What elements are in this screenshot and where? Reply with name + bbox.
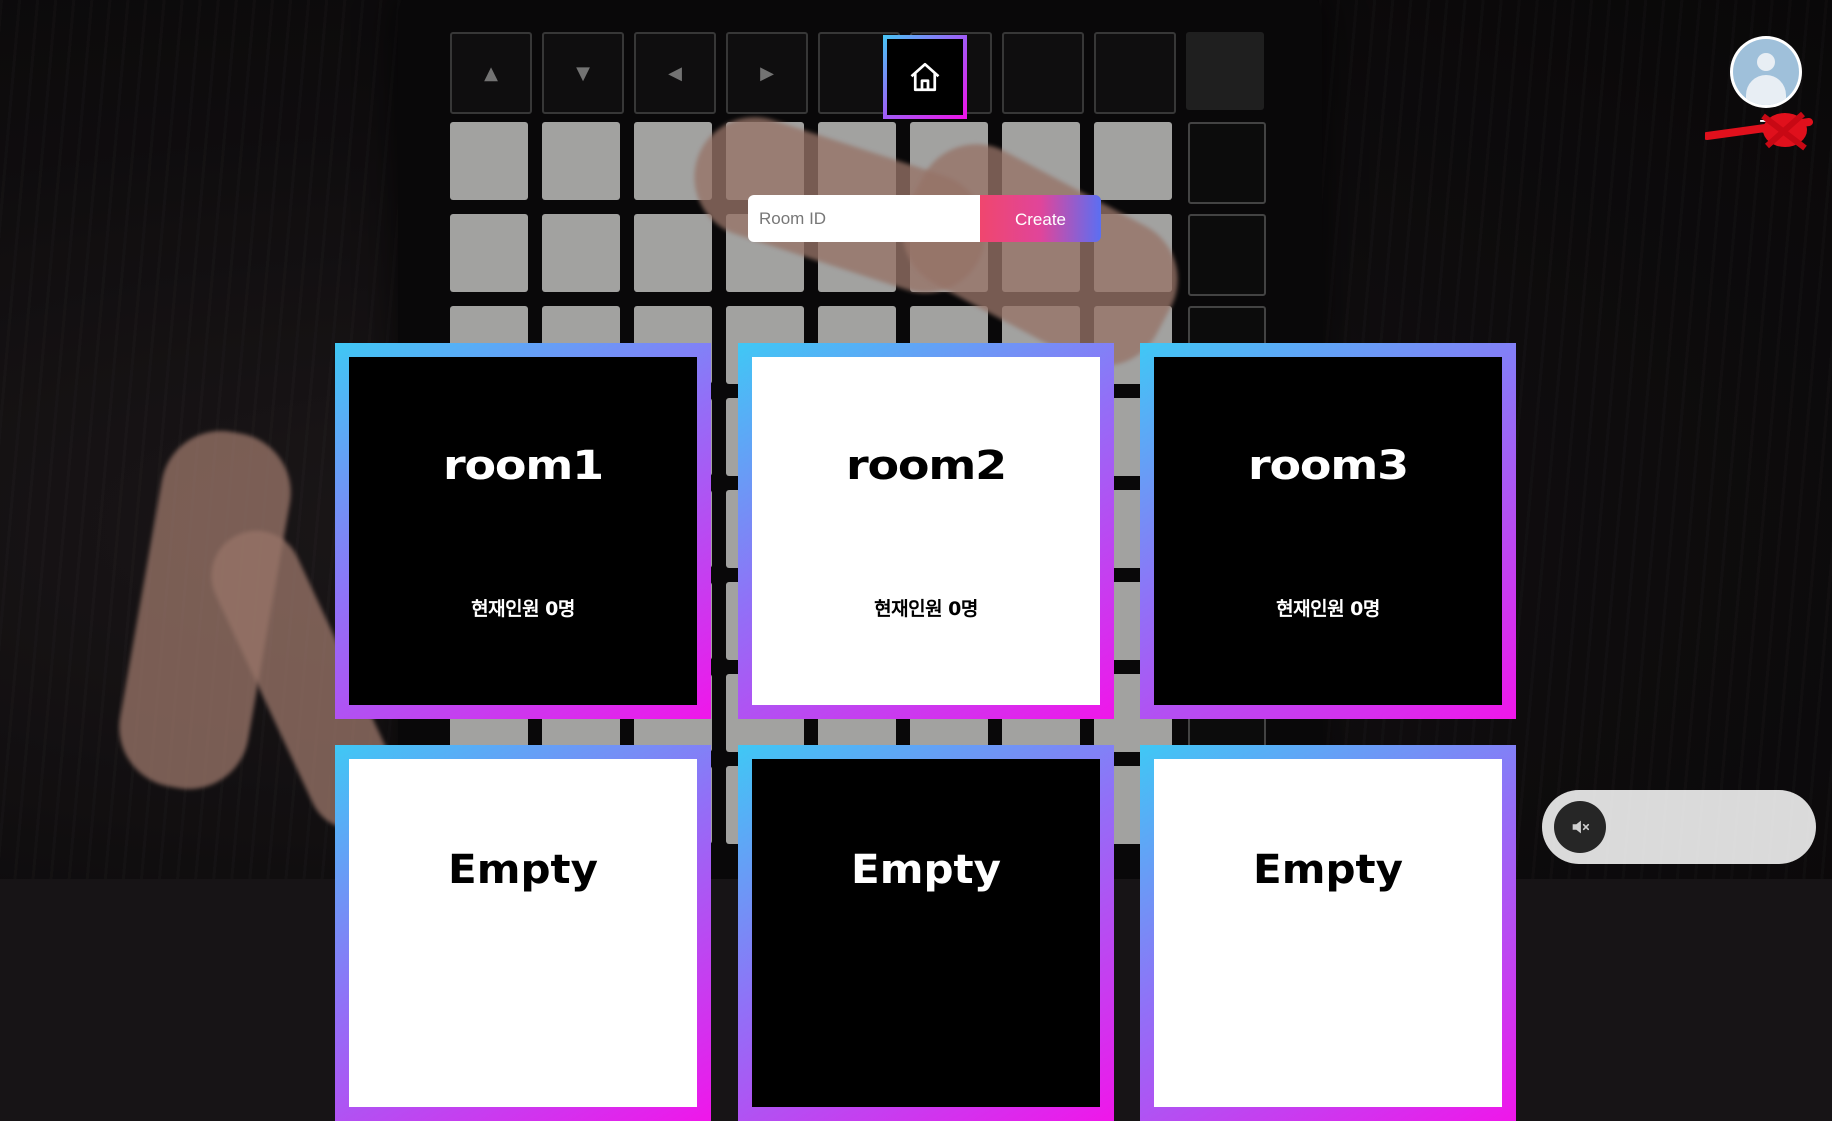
room-card-empty-1[interactable]: Empty	[335, 745, 711, 1121]
room-id-input[interactable]	[748, 195, 980, 242]
room-card-3[interactable]: room3 현재인원 0명	[1140, 343, 1516, 719]
room-occupancy: 현재인원 0명	[1276, 598, 1380, 620]
room-name: Empty	[1253, 847, 1403, 893]
room-name: Empty	[448, 847, 598, 893]
profile-avatar[interactable]	[1730, 36, 1802, 108]
room-card-empty-2[interactable]: Empty	[738, 745, 1114, 1121]
room-occupancy: 현재인원 0명	[471, 598, 575, 620]
mute-button[interactable]	[1554, 801, 1606, 853]
create-button[interactable]: Create	[980, 195, 1101, 242]
room-name: room2	[845, 443, 1007, 489]
room-name: Empty	[851, 847, 1001, 893]
room-occupancy: 현재인원 0명	[874, 598, 978, 620]
home-icon	[910, 62, 940, 92]
user-avatar-icon	[1733, 39, 1799, 105]
speaker-muted-icon	[1572, 820, 1590, 834]
room-name: room1	[442, 443, 604, 489]
username-label: 그	[1758, 118, 1774, 138]
home-button[interactable]	[883, 35, 967, 119]
room-name: room3	[1247, 443, 1409, 489]
room-card-empty-3[interactable]: Empty	[1140, 745, 1516, 1121]
room-search-bar: Create	[748, 195, 1101, 242]
room-card-2[interactable]: room2 현재인원 0명	[738, 343, 1114, 719]
room-card-1[interactable]: room1 현재인원 0명	[335, 343, 711, 719]
